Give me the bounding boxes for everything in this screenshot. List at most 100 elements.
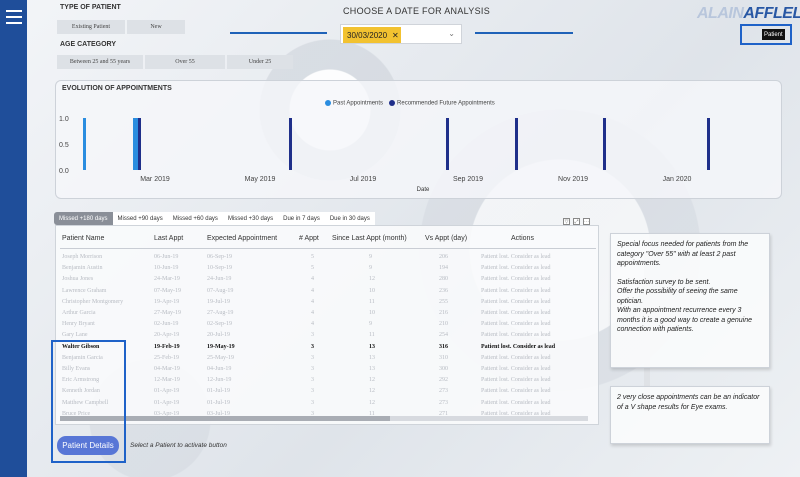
table-cell: 04-Jun-19	[207, 366, 232, 372]
visual-header-icons: ▽ ⤢ ⋯	[563, 218, 590, 225]
table-cell: Patient lost. Consider as lead	[481, 254, 551, 260]
table-cell: 01-Jul-19	[207, 399, 230, 406]
column-header-expected-appointment[interactable]: Expected Appointment	[207, 235, 277, 242]
table-cell: 25-May-19	[207, 354, 234, 361]
chevron-down-icon[interactable]: ⌄	[448, 29, 455, 38]
table-cell: 19-Feb-19	[154, 343, 180, 350]
table-row[interactable]: Walter Gibson 19-Feb-19 19-May-19 3 13 316 Pat…	[56, 343, 596, 353]
more-options-icon[interactable]: ⋯	[583, 218, 590, 225]
type-of-patient-title: TYPE OF PATIENT	[60, 4, 121, 11]
bar-past	[83, 118, 86, 170]
tab-due-30[interactable]: Due in 30 days	[324, 212, 375, 225]
brand-logo: ALAINAFFLELOU	[697, 5, 800, 23]
table-row[interactable]: Gary Lane 20-Apr-19 20-Jul-19 3 11 254 Patient…	[56, 331, 596, 341]
table-cell: 20-Apr-19	[154, 332, 180, 339]
chart-legend: Past Appointments Recommended Future App…	[325, 100, 495, 107]
table-cell: Patient lost. Consider as lead	[481, 321, 551, 328]
tab-due-7[interactable]: Due in 7 days	[278, 212, 325, 225]
patient-button[interactable]: Patient	[762, 29, 785, 40]
legend-item-future[interactable]: Recommended Future Appointments	[389, 100, 495, 107]
x-tick-label: May 2019	[245, 176, 276, 183]
table-cell: 273	[439, 399, 448, 406]
type-of-patient-slicer: Existing Patient New	[57, 20, 185, 34]
table-row[interactable]: Billy Evans 04-Mar-19 04-Jun-19 3 13 300 Patie…	[56, 365, 596, 375]
date-picker[interactable]: 30/03/2020 ✕ ⌄	[340, 24, 462, 44]
slicer-option-existing-patient[interactable]: Existing Patient	[57, 20, 125, 34]
table-row[interactable]: Matthew Campbell 01-Apr-19 01-Jul-19 3 12 273…	[56, 399, 596, 409]
menu-icon[interactable]	[6, 10, 22, 24]
slicer-option-new[interactable]: New	[127, 20, 185, 34]
tab-missed-90[interactable]: Missed +90 days	[112, 212, 168, 225]
table-cell: Gary Lane	[62, 332, 88, 339]
column-header-last-appt[interactable]: Last Appt	[154, 235, 183, 242]
slicer-option-between-25-55[interactable]: Between 25 and 55 years	[57, 55, 143, 69]
table-cell: 13	[369, 366, 375, 372]
clear-date-icon[interactable]: ✕	[392, 31, 399, 40]
focus-mode-icon[interactable]: ⤢	[573, 218, 580, 225]
table-row[interactable]: Christopher Montgomery 19-Apr-19 19-Jul-19…	[56, 298, 596, 308]
table-cell: 19-May-19	[207, 343, 235, 350]
tab-missed-180[interactable]: Missed +180 days	[54, 212, 113, 225]
table-cell: 12-Mar-19	[154, 377, 180, 384]
table-cell: Patient lost. Consider as lead	[481, 388, 551, 395]
y-tick-label: 0.5	[59, 142, 69, 149]
age-category-slicer: Between 25 and 55 years Over 55 Under 25	[57, 55, 293, 69]
table-row[interactable]: Arthur Garcia 27-May-19 27-Aug-19 4 10 216 Pat…	[56, 309, 596, 319]
table-cell: 3	[311, 343, 314, 350]
table-cell: 01-Jul-19	[207, 388, 230, 395]
bar-future	[707, 118, 710, 170]
table-row[interactable]: Joseph Morrison 06-Jun-19 06-Sep-19 5 9 206 Pa…	[56, 253, 596, 263]
column-header-vs-appt[interactable]: Vs Appt (day)	[425, 235, 467, 242]
table-cell: 3	[311, 354, 314, 361]
column-header-actions[interactable]: Actions	[511, 235, 534, 242]
table-cell: 19-Jul-19	[207, 298, 230, 305]
table-row[interactable]: Benjamin Austin 10-Jun-19 10-Sep-19 5 9 194 Pa…	[56, 264, 596, 274]
vshape-note-card: 2 very close appointments can be an indi…	[610, 386, 770, 444]
table-row[interactable]: Kenneth Jordan 01-Apr-19 01-Jul-19 3 12 273 Pa…	[56, 387, 596, 397]
table-cell: 3	[311, 388, 314, 395]
date-analysis-title: CHOOSE A DATE FOR ANALYSIS	[343, 6, 491, 16]
table-cell: 9	[369, 254, 372, 260]
bar-future	[446, 118, 449, 170]
table-cell: Patient lost. Consider as lead	[481, 399, 551, 406]
table-cell: Joshua Jones	[62, 276, 94, 283]
table-cell: Patient lost. Consider as lead	[481, 332, 551, 339]
bar-future	[515, 118, 518, 170]
table-cell: 12	[369, 377, 375, 384]
table-cell: 12	[369, 388, 375, 395]
filter-icon[interactable]: ▽	[563, 218, 570, 225]
table-cell: Patient lost. Consider as lead	[481, 377, 551, 384]
slicer-option-over-55[interactable]: Over 55	[145, 55, 225, 69]
selected-date-chip[interactable]: 30/03/2020 ✕	[343, 27, 401, 43]
table-row[interactable]: Eric Armstrong 12-Mar-19 12-Jun-19 3 12 292 Pa…	[56, 376, 596, 386]
legend-item-past[interactable]: Past Appointments	[325, 100, 383, 107]
patient-details-hint: Select a Patient to activate button	[130, 442, 227, 449]
table-cell: 13	[369, 354, 375, 361]
tab-missed-30[interactable]: Missed +30 days	[222, 212, 279, 225]
table-cell: 4	[311, 321, 314, 328]
patient-details-button[interactable]: Patient Details	[57, 436, 119, 455]
column-header-since-last-appt[interactable]: Since Last Appt (month)	[332, 235, 407, 242]
table-cell: 10	[369, 310, 375, 316]
table-row[interactable]: Benjamin Garcia 25-Feb-19 25-May-19 3 13 310 P…	[56, 354, 596, 364]
table-cell: 06-Jun-19	[154, 254, 179, 260]
table-cell: 07-Aug-19	[207, 287, 234, 294]
column-header-patient-name[interactable]: Patient Name	[62, 235, 104, 242]
logo-bold-text: AFFLELOU	[743, 5, 800, 22]
table-cell: Patient lost. Consider as lead	[481, 354, 551, 361]
table-row[interactable]: Joshua Jones 24-Mar-19 24-Jun-19 4 12 280 Pati…	[56, 275, 596, 285]
tab-missed-60[interactable]: Missed +60 days	[167, 212, 223, 225]
table-cell: 10-Jun-19	[154, 265, 179, 272]
table-cell: 13	[369, 343, 375, 350]
column-header-appt-count[interactable]: # Appt	[299, 235, 319, 242]
table-cell: 300	[439, 366, 448, 372]
table-cell: 24-Mar-19	[154, 276, 180, 283]
table-cell: 06-Sep-19	[207, 254, 232, 260]
table-row[interactable]: Lawrence Graham 07-May-19 07-Aug-19 4 10 236 P…	[56, 287, 596, 297]
bar-future	[603, 118, 606, 170]
table-cell: 9	[369, 265, 372, 272]
table-row[interactable]: Henry Bryant 02-Jun-19 02-Sep-19 4 9 210 Patie…	[56, 320, 596, 330]
slicer-option-under-25[interactable]: Under 25	[227, 55, 293, 69]
horizontal-scrollbar[interactable]	[60, 416, 588, 421]
table-cell: 216	[439, 310, 448, 316]
